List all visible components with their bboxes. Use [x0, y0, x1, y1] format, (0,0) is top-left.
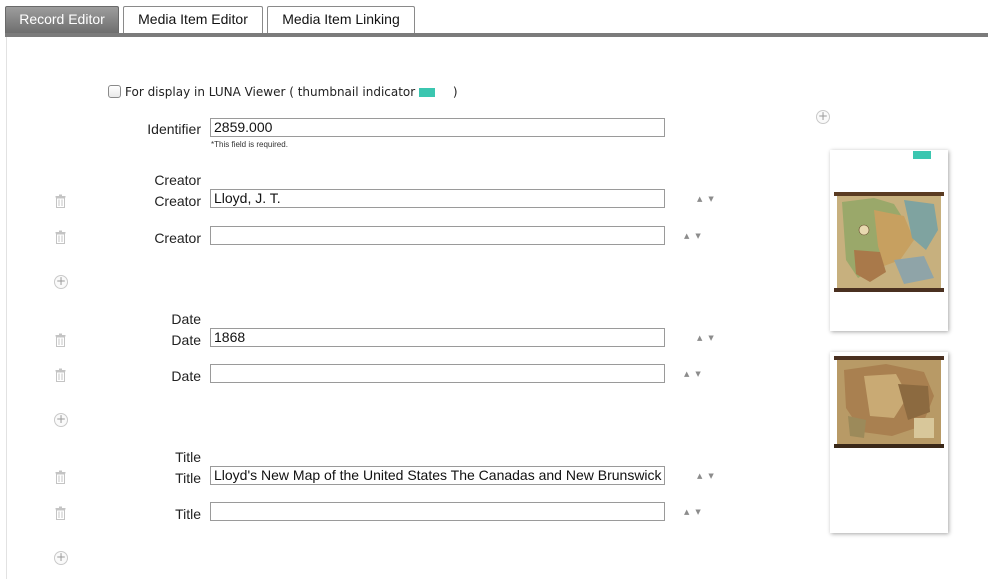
thumbnail-indicator	[913, 151, 931, 159]
trash-icon[interactable]	[55, 230, 66, 244]
media-card-1[interactable]	[830, 150, 948, 331]
add-media-plus-circle-icon[interactable]: +	[816, 110, 830, 124]
group-header-title: Title	[175, 449, 201, 465]
group-header-date: Date	[171, 311, 201, 327]
date-label-2: Date	[171, 368, 201, 384]
up-down-arrows-icon[interactable]: ▲▼	[697, 195, 720, 203]
title-label-2: Title	[175, 506, 201, 522]
media-card-2[interactable]	[830, 352, 948, 533]
display-option-label-end: )	[452, 85, 458, 99]
up-down-arrows-icon[interactable]: ▲▼	[697, 472, 720, 480]
group-header-creator: Creator	[154, 172, 201, 188]
tab-media-item-editor[interactable]: Media Item Editor	[123, 6, 263, 33]
add-creator-plus-circle-icon[interactable]: +	[54, 275, 68, 289]
creator-label-1: Creator	[154, 193, 201, 209]
trash-icon[interactable]	[55, 194, 66, 208]
add-date-plus-circle-icon[interactable]: +	[54, 413, 68, 427]
tab-media-item-linking[interactable]: Media Item Linking	[267, 6, 415, 33]
trash-icon[interactable]	[55, 506, 66, 520]
title-label-1: Title	[175, 470, 201, 486]
date-input-2[interactable]	[210, 364, 665, 383]
date-input-1[interactable]: 1868	[210, 328, 665, 347]
identifier-input[interactable]: 2859.000	[210, 118, 665, 137]
tab-underline	[5, 33, 988, 37]
display-option-label: For display in LUNA Viewer ( thumbnail i…	[125, 85, 416, 99]
thumbnail-indicator-swatch	[419, 88, 436, 97]
trash-icon[interactable]	[55, 368, 66, 382]
tab-bar: Record Editor Media Item Editor Media It…	[0, 0, 988, 37]
add-title-plus-circle-icon[interactable]: +	[54, 551, 68, 565]
identifier-label: Identifier	[147, 121, 201, 137]
trash-icon[interactable]	[55, 470, 66, 484]
trash-icon[interactable]	[55, 333, 66, 347]
creator-input-1[interactable]: Lloyd, J. T.	[210, 189, 665, 208]
up-down-arrows-icon[interactable]: ▲▼	[697, 334, 720, 342]
display-checkbox[interactable]	[108, 85, 121, 98]
map-thumbnail-1	[834, 192, 944, 292]
up-down-arrows-icon[interactable]: ▲▼	[684, 370, 707, 378]
up-down-arrows-icon[interactable]: ▲▼	[684, 232, 707, 240]
creator-label-2: Creator	[154, 230, 201, 246]
tab-record-editor[interactable]: Record Editor	[5, 6, 119, 33]
map-thumbnail-2	[834, 356, 944, 448]
title-input-1[interactable]: Lloyd's New Map of the United States The…	[210, 466, 665, 485]
date-label-1: Date	[171, 332, 201, 348]
up-down-arrows-icon[interactable]: ▲▼	[684, 508, 707, 516]
display-option-row: For display in LUNA Viewer ( thumbnail i…	[108, 85, 458, 99]
creator-input-2[interactable]	[210, 226, 665, 245]
panel-border	[6, 37, 7, 579]
identifier-required-note: *This field is required.	[211, 140, 288, 149]
title-input-2[interactable]	[210, 502, 665, 521]
